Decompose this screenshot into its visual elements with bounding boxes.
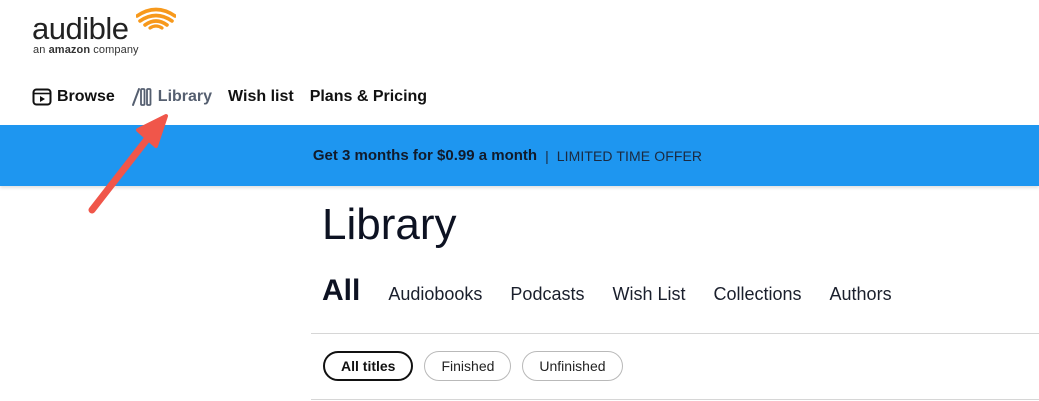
audible-logo[interactable]: audible an amazon company	[32, 4, 182, 60]
tabs-divider	[311, 333, 1039, 334]
nav-browse[interactable]: Browse	[32, 87, 115, 107]
promo-separator: |	[545, 147, 549, 164]
nav-browse-label: Browse	[57, 88, 115, 105]
nav-library[interactable]: Library	[131, 87, 212, 107]
nav-wish-list[interactable]: Wish list	[228, 88, 294, 106]
audible-waves-icon	[136, 7, 176, 30]
play-box-icon	[32, 88, 52, 106]
promo-headline: Get 3 months for $0.99 a month	[312, 147, 538, 164]
nav-wish-list-label: Wish list	[228, 88, 294, 105]
top-nav: Browse Library Wish list Plans & Pricing	[32, 84, 443, 110]
tab-wish-list[interactable]: Wish List	[612, 284, 685, 305]
filter-all-titles[interactable]: All titles	[323, 351, 414, 381]
filter-unfinished[interactable]: Unfinished	[522, 351, 623, 381]
tab-all[interactable]: All	[322, 274, 360, 308]
page: audible an amazon company Browse Library…	[0, 0, 1039, 401]
tab-podcasts[interactable]: Podcasts	[510, 284, 584, 305]
tab-audiobooks[interactable]: Audiobooks	[388, 284, 482, 305]
filters-divider	[311, 399, 1039, 400]
promo-banner-content: Get 3 months for $0.99 a month | LIMITED…	[313, 147, 702, 164]
nav-plans-pricing[interactable]: Plans & Pricing	[310, 88, 427, 106]
page-title: Library	[322, 200, 457, 249]
nav-plans-pricing-label: Plans & Pricing	[309, 88, 428, 105]
filter-finished[interactable]: Finished	[424, 351, 512, 381]
logo-tagline: an amazon company	[33, 44, 139, 56]
filter-chips: All titles Finished Unfinished	[323, 351, 634, 381]
library-tabs: All Audiobooks Podcasts Wish List Collec…	[322, 274, 920, 314]
annotation-arrow	[88, 114, 168, 214]
tab-authors[interactable]: Authors	[830, 284, 892, 305]
promo-subtext: LIMITED TIME OFFER	[556, 147, 703, 164]
nav-library-label: Library	[157, 88, 213, 105]
library-books-icon	[131, 88, 152, 106]
tab-collections[interactable]: Collections	[713, 284, 801, 305]
logo-wordmark: audible	[32, 11, 129, 46]
